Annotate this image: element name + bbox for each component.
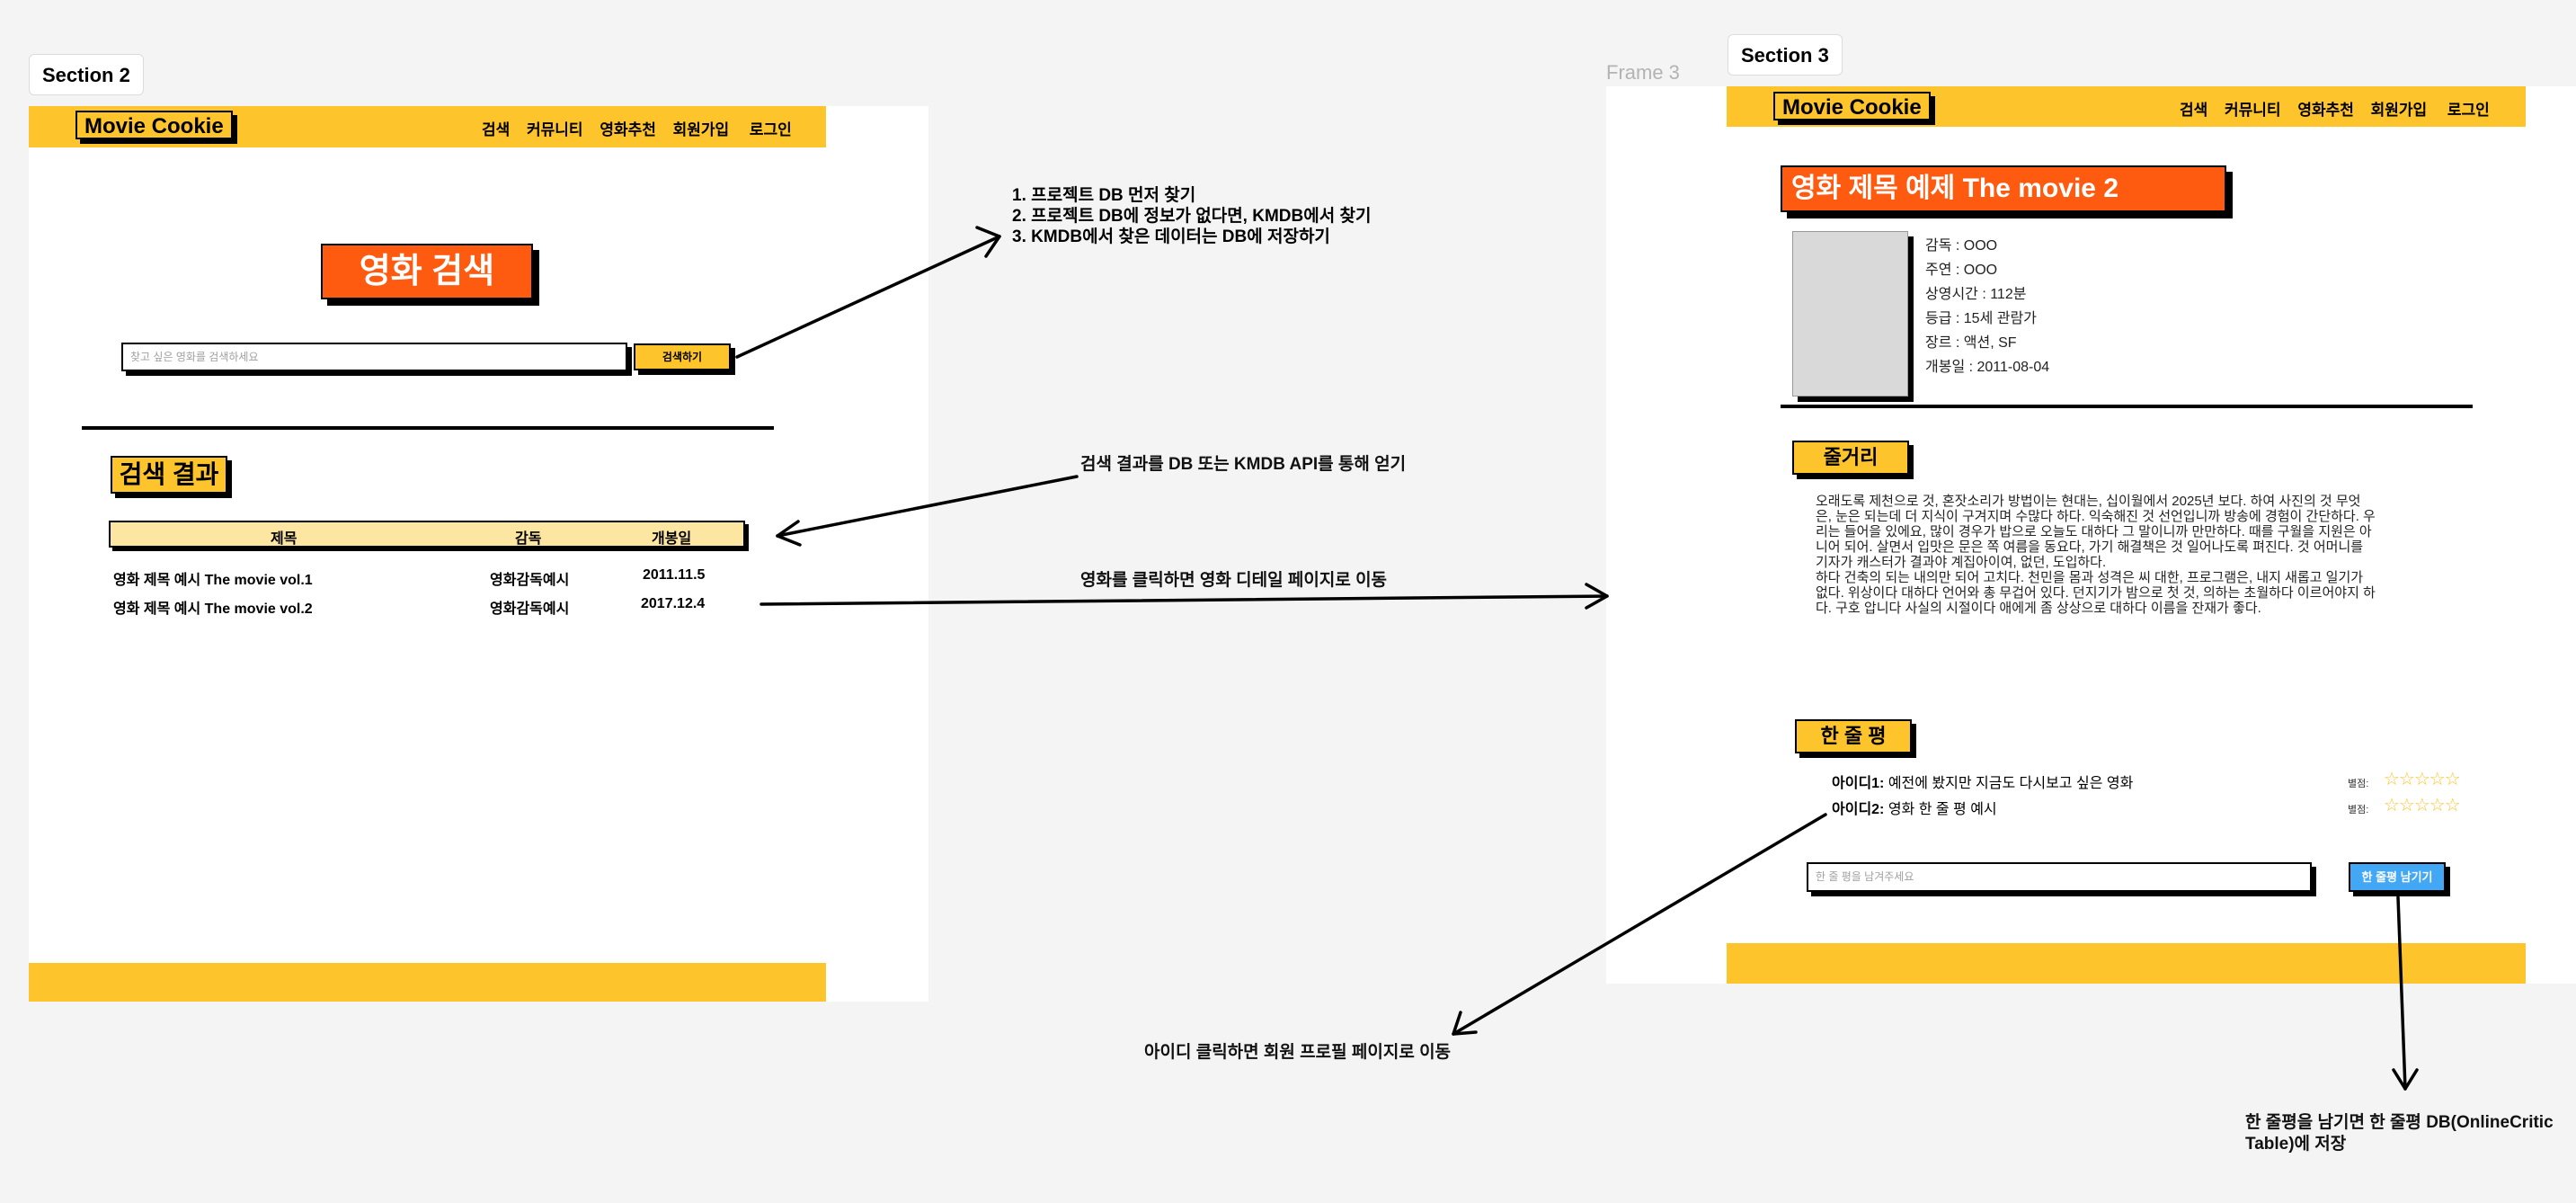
- arrow-to-detail: [759, 594, 1609, 606]
- arrow-to-results: [776, 475, 1079, 538]
- arrow-to-review-db: [2396, 896, 2407, 1091]
- arrow-to-profile: [1452, 813, 1827, 1036]
- arrow-to-search-flow: [735, 235, 1001, 359]
- flow-arrows: [735, 226, 2419, 1091]
